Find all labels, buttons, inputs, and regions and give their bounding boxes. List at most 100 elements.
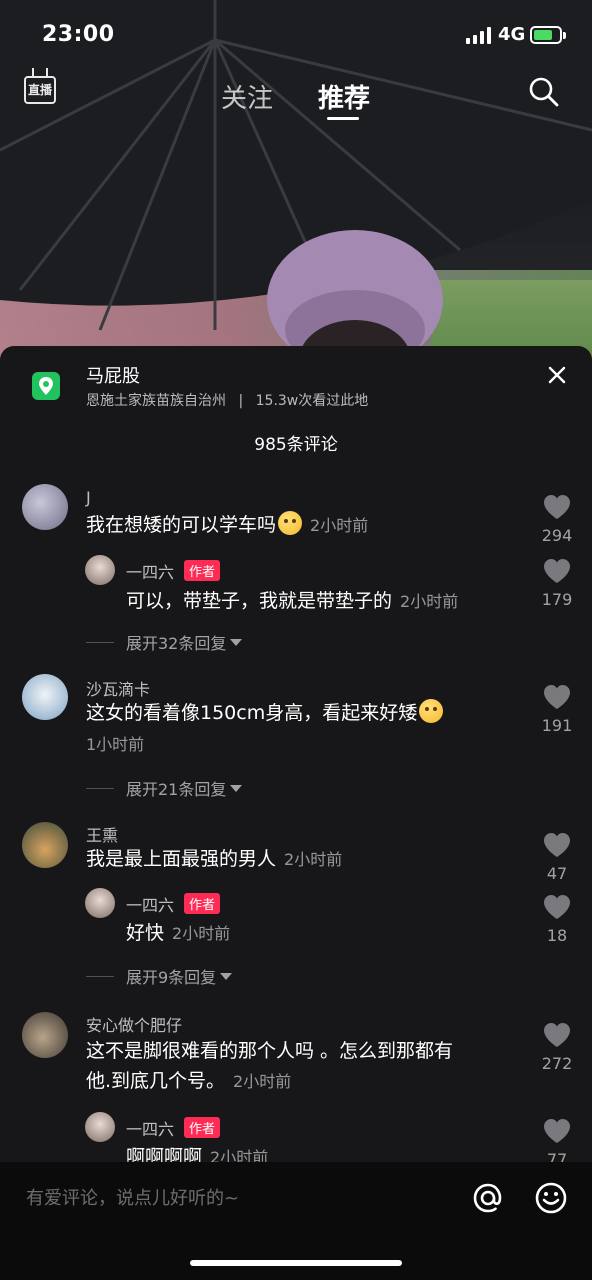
expand-replies[interactable]: 展开9条回复 [86, 964, 233, 988]
live-label: 直播 [24, 76, 56, 104]
heart-icon [544, 1119, 570, 1143]
location-pin-icon [32, 372, 60, 400]
heart-icon [544, 559, 570, 583]
comment-count: 985条评论 [254, 435, 338, 455]
comment-username[interactable]: J [86, 488, 91, 507]
close-icon[interactable] [544, 362, 570, 388]
location-region: 恩施土家族苗族自治州 [86, 393, 226, 409]
comment-body: 他.到底几个号。 [86, 1070, 226, 1092]
tab-follow[interactable]: 关注 [221, 78, 273, 115]
reply-username: 一四六 作者 [126, 559, 221, 583]
avatar[interactable] [85, 1112, 115, 1142]
like-count: 77 [546, 1150, 568, 1162]
comment-time: 2小时前 [233, 1072, 292, 1091]
signal-icon [466, 26, 491, 44]
status-bar: 23:00 4G [0, 0, 592, 70]
author-badge: 作者 [184, 560, 221, 581]
reply-body: 啊啊啊啊 [126, 1146, 203, 1162]
tab-active-indicator [327, 117, 359, 120]
expand-label: 展开9条回复 [126, 968, 217, 987]
location-views: 15.3w次看过此地 [255, 393, 369, 409]
comment-panel: 马屁股 恩施土家族苗族自治州 | 15.3w次看过此地 985条评论 J 我在想… [0, 346, 592, 1280]
comment-time: 1小时前 [86, 735, 145, 754]
author-badge: 作者 [184, 893, 221, 914]
smile-emoji-icon [419, 699, 444, 723]
author-badge: 作者 [184, 1117, 221, 1138]
comment-time: 2小时前 [310, 516, 369, 535]
comment-text: 我在想矮的可以学车吗 2小时前 [86, 510, 368, 541]
heart-icon [544, 833, 570, 857]
heart-icon [544, 495, 570, 519]
reply-time: 2小时前 [210, 1148, 269, 1162]
location-separator: | [238, 393, 244, 409]
reply-username: 一四六 作者 [126, 892, 221, 916]
comment-username[interactable]: 王熏 [86, 822, 118, 846]
reply-text: 可以，带垫子，我就是带垫子的 2小时前 [126, 586, 458, 617]
like-button[interactable]: 272 [534, 1022, 580, 1073]
reply-text: 啊啊啊啊 2小时前 [126, 1142, 268, 1162]
heart-icon [544, 685, 570, 709]
status-time: 23:00 [42, 22, 115, 47]
avatar[interactable] [22, 484, 68, 530]
location-name: 马屁股 [86, 366, 140, 387]
caret-down-icon [230, 784, 243, 792]
like-count: 272 [541, 1054, 573, 1073]
caret-down-icon [230, 638, 243, 646]
reply-user-link[interactable]: 一四六 [126, 563, 174, 582]
avatar[interactable] [22, 822, 68, 868]
reply-time: 2小时前 [172, 924, 231, 943]
caret-down-icon [220, 972, 233, 980]
like-button[interactable]: 294 [534, 494, 580, 545]
location-banner[interactable]: 马屁股 恩施土家族苗族自治州 | 15.3w次看过此地 [32, 362, 552, 412]
heart-icon [544, 1023, 570, 1047]
like-button[interactable]: 47 [534, 832, 580, 883]
pleading-emoji-icon [278, 511, 303, 535]
at-mention-icon[interactable] [470, 1180, 506, 1216]
like-button[interactable]: 179 [534, 558, 580, 609]
comment-body: 我是最上面最强的男人 [86, 848, 277, 870]
comment-username[interactable]: 沙瓦滴卡 [86, 676, 150, 700]
expand-replies[interactable]: 展开21条回复 [86, 776, 243, 800]
reply-time: 2小时前 [400, 592, 459, 611]
top-nav: 直播 关注 推荐 [0, 68, 592, 130]
avatar[interactable] [22, 674, 68, 720]
tab-recommend[interactable]: 推荐 [318, 78, 370, 115]
like-count: 294 [541, 526, 573, 545]
expand-label: 展开32条回复 [126, 634, 227, 653]
comment-text: 这女的看着像150cm身高，看起来好矮 [86, 698, 444, 728]
reply-body: 可以，带垫子，我就是带垫子的 [126, 590, 393, 612]
heart-icon [544, 895, 570, 919]
like-button[interactable]: 77 [534, 1118, 580, 1162]
like-count: 18 [546, 926, 568, 945]
reply-user-link[interactable]: 一四六 [126, 1120, 174, 1139]
comment-text: 我是最上面最强的男人 2小时前 [86, 844, 342, 875]
expand-label: 展开21条回复 [126, 780, 227, 799]
like-count: 179 [541, 590, 573, 609]
comment-body: 这女的看着像150cm身高，看起来好矮 [86, 702, 418, 724]
avatar[interactable] [22, 1012, 68, 1058]
search-icon[interactable] [528, 76, 560, 108]
location-subtitle: 恩施土家族苗族自治州 | 15.3w次看过此地 [86, 390, 368, 410]
reply-body: 好快 [126, 922, 165, 944]
comment-username[interactable]: 安心做个肥仔 [86, 1012, 182, 1036]
comment-input[interactable]: 有爱评论，说点儿好听的~ [26, 1184, 239, 1210]
home-indicator[interactable] [190, 1260, 402, 1266]
comment-text-line1: 这不是脚很难看的那个人吗 。怎么到那都有 [86, 1040, 454, 1062]
avatar[interactable] [85, 888, 115, 918]
reply-text: 好快 2小时前 [126, 918, 230, 949]
reply-user-link[interactable]: 一四六 [126, 896, 174, 915]
like-count: 191 [541, 716, 573, 735]
like-button[interactable]: 18 [534, 894, 580, 945]
avatar[interactable] [85, 555, 115, 585]
comment-body: 我在想矮的可以学车吗 [86, 514, 277, 536]
battery-icon [530, 26, 566, 44]
comment-list[interactable]: J 我在想矮的可以学车吗 2小时前 294 一四六 作者 可以，带垫子，我就是带垫子… [0, 476, 592, 1162]
like-button[interactable]: 191 [534, 684, 580, 735]
like-count: 47 [546, 864, 568, 883]
emoji-icon[interactable] [533, 1180, 569, 1216]
live-icon[interactable]: 直播 [24, 68, 58, 106]
network-type: 4G [498, 24, 526, 45]
comment-text-line2: 他.到底几个号。 2小时前 [86, 1066, 291, 1097]
comment-time: 2小时前 [284, 850, 343, 869]
expand-replies[interactable]: 展开32条回复 [86, 630, 243, 654]
